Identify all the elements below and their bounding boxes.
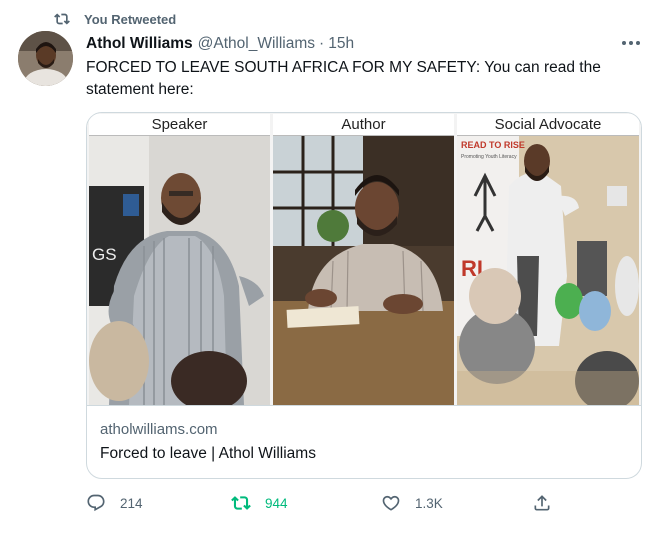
avatar[interactable] (18, 31, 73, 86)
link-card[interactable]: Speaker GS Author Social Advocate READ T… (86, 112, 642, 479)
like-button[interactable]: 1.3K (381, 490, 443, 516)
share-button[interactable] (532, 490, 566, 516)
banner-sub-text: Promoting Youth Literacy (461, 154, 517, 160)
panel-label: Social Advocate (457, 114, 639, 136)
card-panel-speaker: Speaker GS (89, 113, 270, 405)
avatar-photo (18, 31, 73, 86)
retweet-button[interactable]: 944 (231, 490, 288, 516)
tweet[interactable]: You Retweeted Athol Williams @Athol_Will… (0, 0, 654, 533)
heart-icon (382, 495, 400, 511)
separator-dot: · (319, 35, 325, 52)
tweet-timestamp[interactable]: 15h (328, 35, 354, 53)
author-name[interactable]: Athol Williams (86, 35, 193, 53)
speaker-photo: GS (89, 136, 270, 405)
reply-icon (87, 494, 105, 512)
more-dot-icon (636, 41, 640, 45)
retweet-icon (54, 13, 70, 25)
reply-count: 214 (120, 495, 143, 511)
card-panel-author: Author (273, 113, 454, 405)
retweet-icon (231, 496, 251, 510)
panel-label: Author (273, 114, 454, 136)
more-dot-icon (629, 41, 633, 45)
link-card-image[interactable]: Speaker GS Author Social Advocate READ T… (87, 113, 641, 405)
banner-title-text: READ TO RISE (461, 140, 525, 150)
like-count: 1.3K (415, 495, 443, 511)
author-handle[interactable]: @Athol_Williams (198, 35, 315, 53)
link-card-meta[interactable]: atholwilliams.com Forced to leave | Atho… (87, 405, 641, 478)
more-dot-icon (622, 41, 626, 45)
tweet-text: FORCED TO LEAVE SOUTH AFRICA FOR MY SAFE… (86, 59, 601, 98)
link-card-title: Forced to leave | Athol Williams (100, 445, 316, 462)
card-panel-social-advocate: Social Advocate READ TO RISE Promoting Y… (457, 113, 639, 405)
logo-fragment: GS (92, 245, 117, 264)
share-icon (534, 495, 550, 511)
more-options-button[interactable] (620, 36, 642, 50)
retweet-count: 944 (265, 495, 288, 511)
retweet-banner[interactable]: You Retweeted (54, 10, 176, 28)
tweet-header: Athol Williams @Athol_Williams · 15h (86, 33, 354, 55)
link-card-domain: atholwilliams.com (100, 421, 218, 438)
panel-label: Speaker (89, 114, 270, 136)
reply-button[interactable]: 214 (86, 490, 143, 516)
tweet-actions: 214 944 1.3K (86, 490, 556, 516)
social-advocate-photo: READ TO RISE Promoting Youth Literacy RI (457, 136, 639, 405)
retweet-banner-label: You Retweeted (84, 11, 177, 27)
author-photo (273, 136, 454, 405)
